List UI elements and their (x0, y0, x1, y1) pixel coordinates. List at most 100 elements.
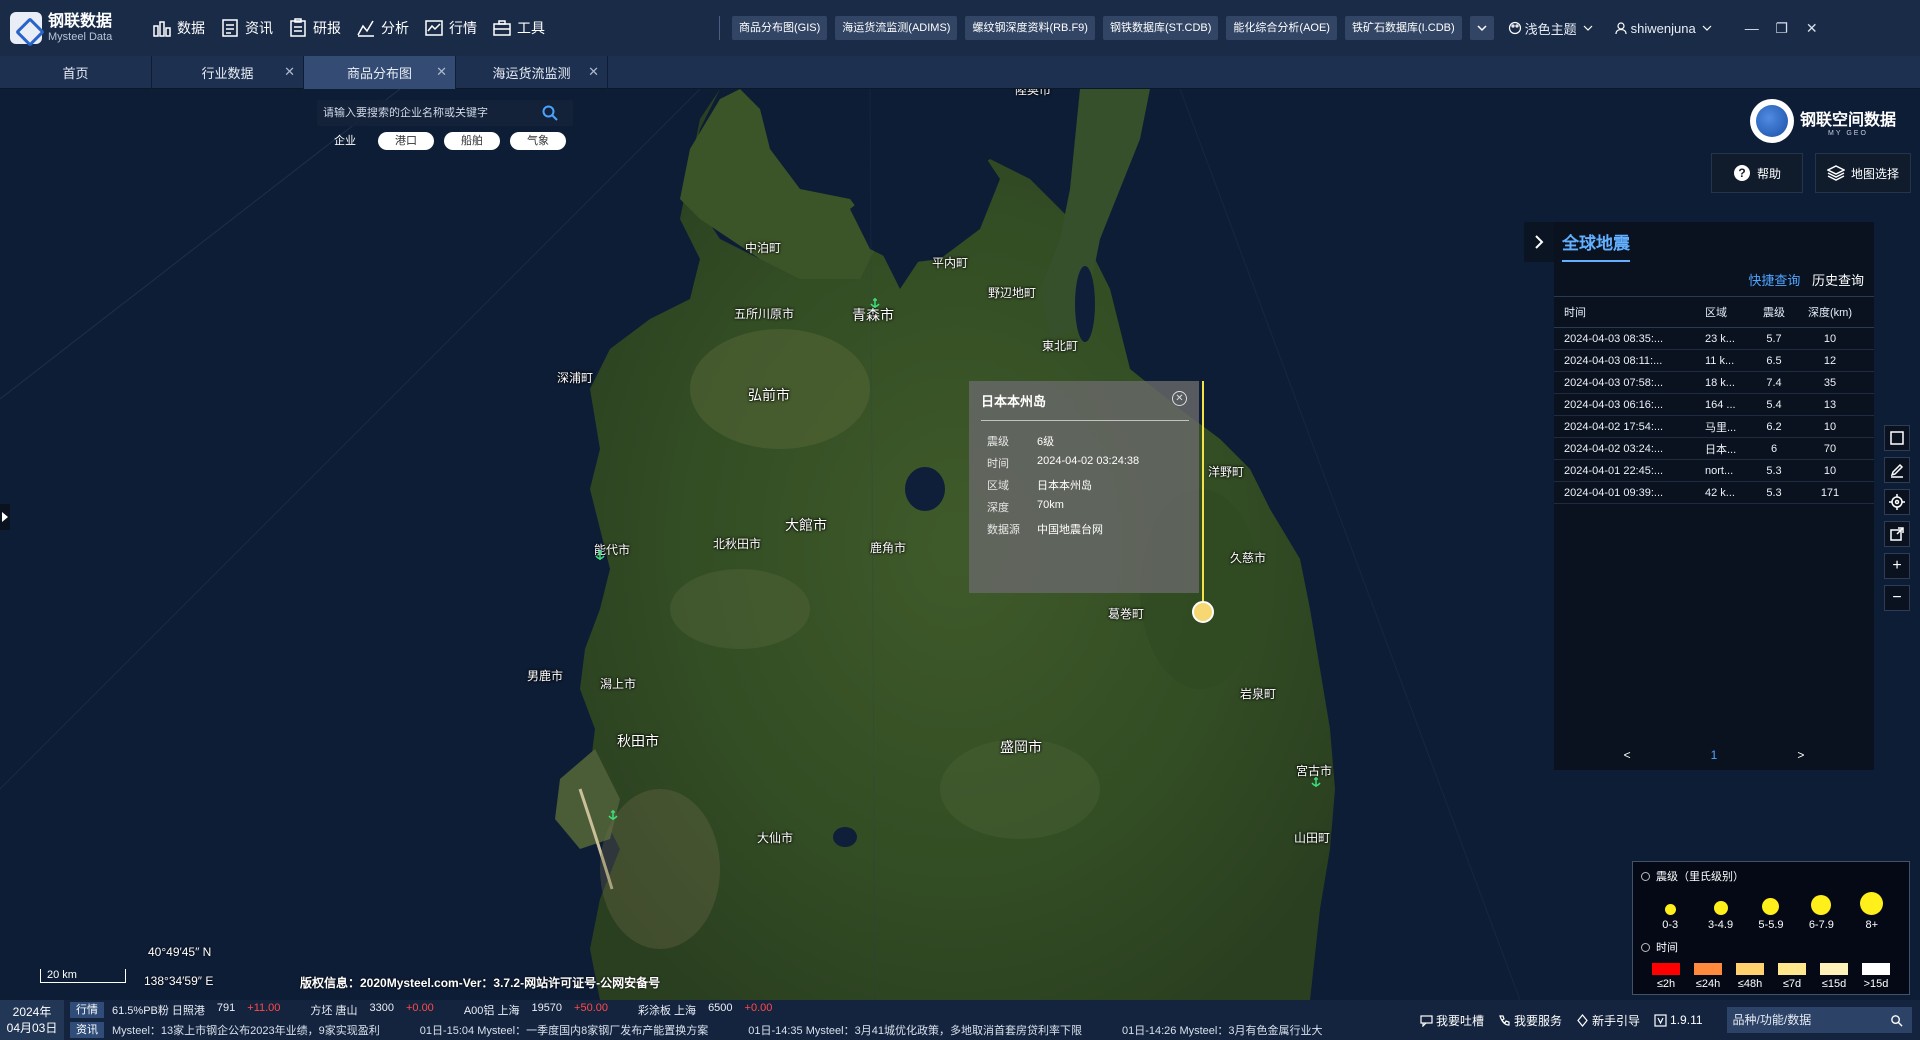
ticker-item[interactable]: 彩涂板 上海 6500 +0.00 (638, 1002, 772, 1018)
popup-close-icon[interactable]: ✕ (1172, 391, 1187, 406)
ticker-item[interactable]: 61.5%PB粉 日照港 791 +11.00 (112, 1002, 280, 1018)
service-link[interactable]: 我要服务 (1498, 1012, 1562, 1029)
place-label: 陸奥市 (1015, 89, 1052, 97)
close-window-button[interactable]: ✕ (1797, 20, 1827, 37)
news-item[interactable]: Mysteel：13家上市钢企公布2023年业绩，9家实现盈利 (112, 1022, 380, 1038)
nav-news[interactable]: 资讯 (219, 17, 273, 39)
radio-icon[interactable] (1641, 871, 1650, 881)
news-item[interactable]: 01日-14:26 Mysteel：3月有色金属行业大 (1122, 1022, 1323, 1038)
ticker-item[interactable]: 方坯 唐山 3300 +0.00 (310, 1002, 433, 1018)
news-item[interactable]: 01日-14:35 Mysteel：3月41城优化政策，多地取消首套房贷利率下限 (748, 1022, 1082, 1038)
quick-query-link[interactable]: 快捷查询 (1748, 273, 1800, 288)
zoom-out-button[interactable]: − (1884, 585, 1910, 611)
global-search-input[interactable] (1732, 1013, 1883, 1027)
legend-time-class: ≤2h (1645, 963, 1687, 990)
col-time[interactable]: 时间 (1564, 304, 1705, 320)
table-row[interactable]: 2024-04-01 09:39:... 42 k... 5.3 171 (1554, 482, 1874, 504)
map-canvas[interactable]: 陸奥市 中泊町 平内町 野辺地町 五所川原市 青森市 東北町 深浦町 弘前市 洋… (0, 89, 1920, 1000)
ticker-item[interactable]: A00铝 上海 19570 +50.00 (464, 1002, 608, 1018)
tab-industry-data[interactable]: 行业数据 ✕ (152, 56, 304, 89)
db-tab-icdb[interactable]: 铁矿石数据库(I.CDB) (1344, 16, 1462, 40)
left-panel-toggle[interactable] (0, 504, 10, 530)
table-row[interactable]: 2024-04-01 22:45:... nort... 5.3 10 (1554, 460, 1874, 482)
basemap-select-button[interactable]: 地图选择 (1815, 153, 1911, 193)
anchor-icon[interactable] (1310, 776, 1322, 788)
nav-analysis[interactable]: 分析 (355, 17, 409, 39)
db-tab-adims[interactable]: 海运货流监测(ADIMS) (835, 16, 958, 40)
minimize-button[interactable]: — (1737, 20, 1767, 36)
zoom-in-button[interactable]: + (1884, 553, 1910, 579)
anchor-icon[interactable] (607, 809, 619, 821)
legend-mag-class: 3-4.9 (1698, 901, 1744, 931)
history-query-link[interactable]: 历史查询 (1812, 273, 1864, 288)
db-tab-rbf9[interactable]: 螺纹钢深度资料(RB.F9) (965, 16, 1095, 40)
main-nav: 数据 资讯 研报 分析 行情 工具 (151, 17, 559, 39)
table-row[interactable]: 2024-04-03 07:58:... 18 k... 7.4 35 (1554, 372, 1874, 394)
table-row[interactable]: 2024-04-03 08:35:... 23 k... 5.7 10 (1554, 328, 1874, 350)
close-icon[interactable]: ✕ (588, 64, 599, 80)
popup-title: 日本本州岛 (981, 391, 1189, 421)
help-button[interactable]: ? 帮助 (1711, 153, 1803, 193)
close-icon[interactable]: ✕ (284, 64, 295, 80)
copyright-text: 版权信息：2020Mysteel.com-Ver：3.7.2-网站许可证号-公网… (300, 976, 661, 990)
nav-tools[interactable]: 工具 (491, 17, 545, 39)
nav-data[interactable]: 数据 (151, 17, 205, 39)
panel-collapse-button[interactable] (1524, 222, 1554, 262)
theme-switch[interactable]: 浅色主题 (1508, 19, 1598, 38)
user-menu[interactable]: shiwenjuna (1614, 21, 1717, 36)
version-info[interactable]: 1.9.11 (1654, 1013, 1703, 1027)
layers-icon (1826, 165, 1845, 181)
draw-button[interactable] (1884, 457, 1910, 483)
db-tab-gis[interactable]: 商品分布图(GIS) (732, 16, 828, 40)
table-row[interactable]: 2024-04-02 03:24:... 日本... 6 70 (1554, 438, 1874, 460)
db-tab-stcdb[interactable]: 钢铁数据库(ST.CDB) (1102, 16, 1219, 40)
next-page-button[interactable]: > (1797, 748, 1804, 762)
legend-time-class: >15d (1855, 963, 1897, 990)
tab-home[interactable]: 首页 (0, 56, 152, 89)
chat-icon (1420, 1014, 1433, 1027)
col-depth[interactable]: 深度(km) (1796, 304, 1864, 320)
radio-icon[interactable] (1641, 942, 1650, 952)
db-more-button[interactable] (1469, 16, 1494, 40)
table-row[interactable]: 2024-04-02 17:54:... 马里... 6.2 10 (1554, 416, 1874, 438)
search-icon[interactable] (541, 104, 559, 122)
nav-report[interactable]: 研报 (287, 17, 341, 39)
nav-market[interactable]: 行情 (423, 17, 477, 39)
search-icon[interactable] (1890, 1014, 1903, 1027)
table-row[interactable]: 2024-04-03 06:16:... 164 ... 5.4 13 (1554, 394, 1874, 416)
mysteel-logo-icon (10, 12, 42, 44)
locate-button[interactable] (1884, 489, 1910, 515)
filter-weather[interactable]: 气象 (510, 132, 566, 150)
filter-enterprise[interactable]: 企业 (322, 132, 368, 150)
current-page[interactable]: 1 (1711, 748, 1718, 762)
enterprise-search-input[interactable] (317, 107, 537, 119)
rectangle-select-button[interactable] (1884, 425, 1910, 451)
news-item[interactable]: 01日-15:04 Mysteel：一季度国内8家钢厂发布产能置换方案 (420, 1022, 709, 1038)
col-magnitude[interactable]: 震级 (1752, 304, 1796, 320)
export-button[interactable] (1884, 521, 1910, 547)
table-row[interactable]: 2024-04-03 08:11:... 11 k... 6.5 12 (1554, 350, 1874, 372)
place-label: 大館市 (785, 517, 827, 533)
feedback-link[interactable]: 我要吐槽 (1420, 1012, 1484, 1029)
cursor-latitude: 40°49′45″ N (148, 945, 212, 959)
panel-title[interactable]: 全球地震 (1562, 229, 1630, 262)
filter-ship[interactable]: 船舶 (444, 132, 500, 150)
nav-tools-label: 工具 (517, 20, 545, 36)
maximize-button[interactable]: ❐ (1767, 20, 1797, 37)
col-region[interactable]: 区域 (1705, 304, 1752, 320)
tab-commodity-map[interactable]: 商品分布图 ✕ (304, 56, 456, 89)
topbar-divider (719, 16, 720, 40)
db-tab-aoe[interactable]: 能化综合分析(AOE) (1226, 16, 1337, 40)
earthquake-marker[interactable] (1192, 601, 1214, 623)
filter-port[interactable]: 港口 (378, 132, 434, 150)
app-logo[interactable]: 钢联数据 Mysteel Data (10, 12, 135, 44)
guide-link[interactable]: 新手引导 (1576, 1012, 1640, 1029)
tab-shipping-monitor[interactable]: 海运货流监测 ✕ (456, 56, 608, 89)
chevron-down-icon (1702, 25, 1712, 31)
anchor-icon[interactable] (594, 549, 606, 561)
prev-page-button[interactable]: < (1624, 748, 1631, 762)
anchor-icon[interactable] (869, 297, 881, 309)
place-label: 岩泉町 (1240, 687, 1277, 701)
close-icon[interactable]: ✕ (436, 64, 447, 80)
ticker-date: 2024年 04月03日 (0, 1000, 64, 1040)
